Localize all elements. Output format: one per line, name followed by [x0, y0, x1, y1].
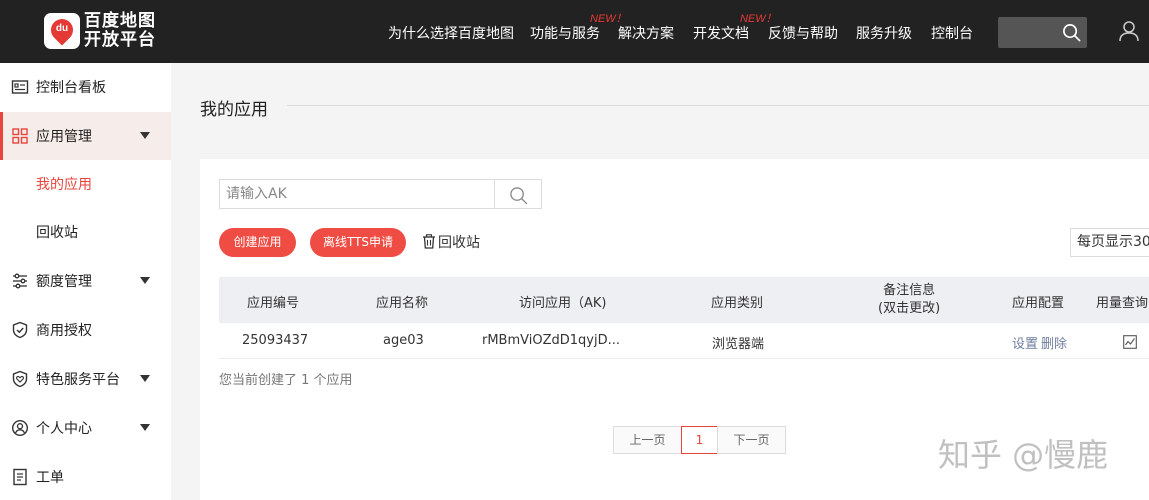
logo-text[interactable]: 百度地图 开放平台	[84, 12, 156, 50]
offline-tts-apply-button[interactable]: 离线TTS申请	[310, 228, 406, 257]
col-app-category: 应用类别	[711, 296, 764, 311]
col-usage-query: 用量查询	[1096, 296, 1149, 311]
search-icon	[510, 187, 528, 205]
nav-feedback[interactable]: 反馈与帮助	[768, 23, 838, 43]
prev-page-button[interactable]: 上一页	[613, 426, 682, 454]
sidebar-item-label: 商用授权	[36, 323, 92, 339]
trash-icon	[423, 234, 435, 249]
nav-upgrade[interactable]: 服务升级	[856, 23, 912, 43]
nav-solutions[interactable]: 解决方案	[618, 23, 674, 43]
table-header: 应用编号 应用名称 访问应用（AK) 应用类别 备注信息 (双击更改) 应用配置…	[219, 277, 1149, 323]
app-count-summary: 您当前创建了 1 个应用	[219, 373, 353, 388]
caret-down-icon	[140, 132, 150, 139]
shield-icon	[12, 321, 28, 339]
sidebar: 控制台看板 应用管理 我的应用 回收站 额度管理 商用授权 特色服务平台 个人中…	[0, 63, 171, 500]
sidebar-subitem-my-apps[interactable]: 我的应用	[0, 160, 171, 208]
sidebar-item-dashboard[interactable]: 控制台看板	[0, 63, 171, 111]
user-circle-icon	[11, 419, 29, 437]
sidebar-item-label: 应用管理	[36, 129, 92, 145]
page-title: 我的应用	[200, 100, 268, 120]
sidebar-item-personal-center[interactable]: 个人中心	[0, 404, 171, 452]
nav-features[interactable]: 功能与服务	[530, 23, 600, 43]
logo-line-1: 百度地图	[84, 11, 156, 31]
top-header: du 百度地图 开放平台 为什么选择百度地图 功能与服务 NEW！ 解决方案 开…	[0, 0, 1149, 63]
caret-down-icon	[140, 424, 150, 431]
sidebar-item-label: 工单	[36, 470, 64, 486]
header-search[interactable]	[998, 17, 1087, 48]
create-app-button[interactable]: 创建应用	[219, 228, 296, 257]
sidebar-subitem-label: 回收站	[36, 225, 78, 241]
cell-app-name: age03	[383, 333, 424, 348]
heart-shield-icon	[12, 370, 28, 388]
sidebar-item-label: 个人中心	[36, 421, 92, 437]
col-access-ak: 访问应用（AK)	[519, 296, 607, 311]
grid-icon	[12, 128, 28, 144]
zhihu-watermark: 知乎 @慢鹿	[938, 436, 1109, 474]
col-note-line-2: (双击更改)	[878, 301, 941, 316]
sidebar-item-featured-services[interactable]: 特色服务平台	[0, 355, 171, 403]
sidebar-item-label: 控制台看板	[36, 80, 106, 96]
title-divider	[287, 105, 1149, 106]
cell-ak: rMBmViOZdD1qyjD...	[482, 333, 620, 348]
nav-why-baidu[interactable]: 为什么选择百度地图	[388, 23, 514, 43]
sidebar-item-label: 特色服务平台	[36, 372, 120, 388]
nav-docs[interactable]: 开发文档	[693, 23, 749, 43]
sidebar-item-quota[interactable]: 额度管理	[0, 257, 171, 305]
sidebar-subitem-recycle-bin[interactable]: 回收站	[0, 208, 171, 256]
dashboard-icon	[11, 80, 29, 94]
sidebar-item-label: 额度管理	[36, 274, 92, 290]
cell-app-id: 25093437	[242, 333, 309, 348]
cell-category: 浏览器端	[712, 337, 765, 352]
next-page-button[interactable]: 下一页	[717, 426, 786, 454]
delete-link[interactable]: 删除	[1041, 333, 1067, 352]
sliders-icon	[13, 273, 27, 289]
col-note: 备注信息 (双击更改)	[878, 282, 940, 318]
page-1-button[interactable]: 1	[681, 426, 718, 454]
sidebar-item-app-management[interactable]: 应用管理	[0, 112, 171, 160]
logo-mark: du	[55, 23, 69, 34]
ak-search-input[interactable]	[219, 179, 495, 209]
recycle-bin-label: 回收站	[438, 235, 480, 251]
nav-console[interactable]: 控制台	[931, 23, 973, 43]
per-page-select[interactable]: 每页显示30条	[1070, 228, 1149, 257]
settings-link[interactable]: 设置	[1012, 333, 1038, 352]
col-app-config: 应用配置	[1012, 296, 1065, 311]
caret-down-icon	[140, 277, 150, 284]
search-icon[interactable]	[1062, 23, 1081, 42]
caret-down-icon	[140, 375, 150, 382]
user-icon[interactable]	[1118, 20, 1140, 42]
table-row: 25093437 age03 rMBmViOZdD1qyjD... 浏览器端 设…	[219, 323, 1149, 359]
sidebar-subitem-label: 我的应用	[36, 177, 92, 193]
col-app-id: 应用编号	[247, 296, 300, 311]
sidebar-item-ticket[interactable]: 工单	[0, 453, 171, 500]
ak-search-button[interactable]	[494, 179, 542, 209]
sidebar-item-commercial-license[interactable]: 商用授权	[0, 306, 171, 354]
usage-chart-icon[interactable]	[1123, 335, 1137, 349]
logo-line-2: 开放平台	[84, 30, 156, 50]
col-note-line-1: 备注信息	[883, 283, 936, 298]
baidu-map-logo[interactable]: du	[44, 13, 80, 49]
ticket-icon	[13, 468, 27, 486]
col-app-name: 应用名称	[376, 296, 429, 311]
